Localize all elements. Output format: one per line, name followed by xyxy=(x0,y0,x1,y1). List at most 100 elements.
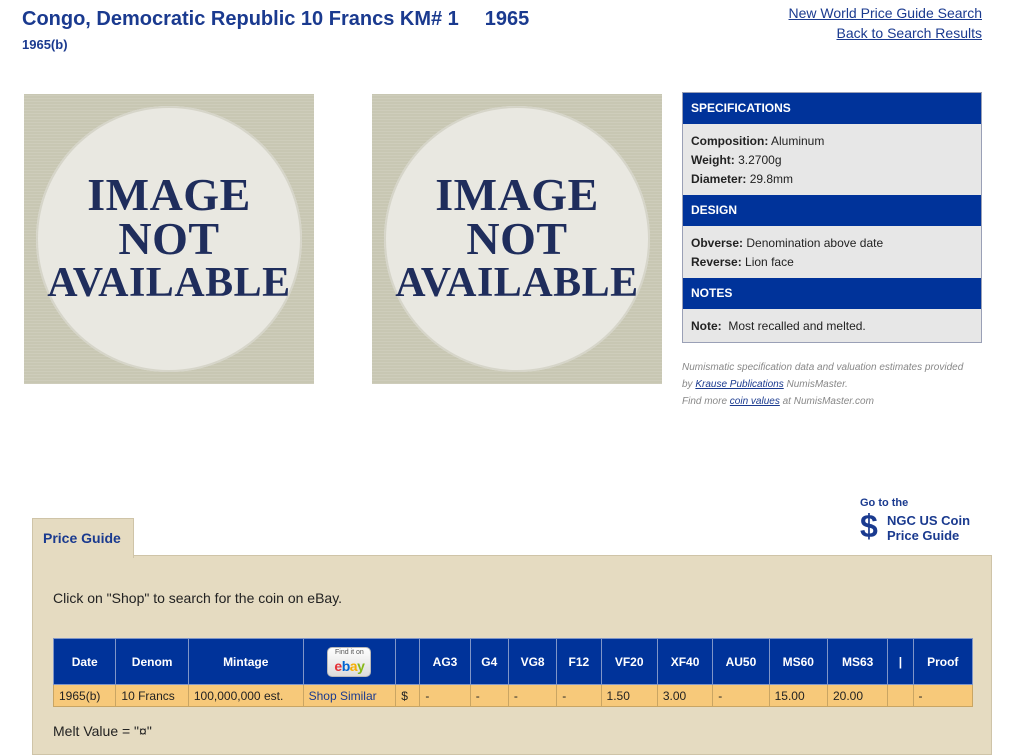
cell-f12: - xyxy=(556,684,602,707)
obverse-image-placeholder: IMAGE NOT AVAILABLE xyxy=(24,94,314,384)
coin-title: Congo, Democratic Republic 10 Francs KM#… xyxy=(22,8,459,30)
ebay-letter-y: y xyxy=(357,657,365,674)
image-na-line-3: AVAILABLE xyxy=(47,260,291,306)
diameter-value: 29.8mm xyxy=(749,172,794,186)
weight-value: 3.2700g xyxy=(738,153,782,167)
credits-numismaster: NumisMaster. xyxy=(786,379,848,390)
weight-row: Weight: 3.2700g xyxy=(691,151,973,170)
ebay-letter-a: a xyxy=(349,657,358,674)
coin-values-link[interactable]: coin values xyxy=(730,396,780,407)
cell-proof: - xyxy=(912,684,974,707)
diameter-row: Diameter: 29.8mm xyxy=(691,170,973,189)
dollar-icon: $ xyxy=(860,508,878,544)
credits-line-3: Find more coin values at NumisMaster.com xyxy=(682,393,992,410)
cell-vg8: - xyxy=(507,684,558,707)
reverse-row: Reverse: Lion face xyxy=(691,253,973,272)
col-ms60: MS60 xyxy=(768,638,828,685)
note-label: Note: xyxy=(691,319,722,333)
notes-heading: NOTES xyxy=(683,278,981,309)
new-search-link[interactable]: New World Price Guide Search xyxy=(789,3,982,23)
ebay-logo-icon[interactable]: Find it on ebay xyxy=(327,646,372,677)
krause-publications-link[interactable]: Krause Publications xyxy=(695,379,783,390)
top-links: New World Price Guide Search Back to Sea… xyxy=(789,3,982,43)
credits-find-more: Find more xyxy=(682,396,728,407)
reverse-label: Reverse: xyxy=(691,255,742,269)
image-na-line-1: IMAGE xyxy=(87,169,251,220)
ebay-letter-e: e xyxy=(334,657,342,674)
col-currency xyxy=(395,638,421,685)
cell-xf40: 3.00 xyxy=(656,684,714,707)
ebay-wordmark: ebay xyxy=(334,658,364,674)
diameter-label: Diameter: xyxy=(691,172,747,186)
col-ms63: MS63 xyxy=(826,638,889,685)
note-value: Most recalled and melted. xyxy=(728,319,866,333)
credits-line-1: Numismatic specification data and valuat… xyxy=(682,362,964,373)
data-credits: Numismatic specification data and valuat… xyxy=(682,359,992,410)
col-ag3: AG3 xyxy=(419,638,471,685)
ebay-find-text: Find it on xyxy=(335,648,364,656)
coin-year: 1965 xyxy=(484,8,530,30)
tab-price-guide[interactable]: Price Guide xyxy=(32,518,134,558)
col-vg8: VG8 xyxy=(507,638,558,685)
cell-date: 1965(b) xyxy=(52,684,117,707)
cell-vf20: 1.50 xyxy=(600,684,658,707)
specifications-heading: SPECIFICATIONS xyxy=(683,93,981,124)
cell-shop: Shop Similar xyxy=(302,684,397,707)
cell-mintage: 100,000,000 est. xyxy=(187,684,304,707)
notes-body: Note: Most recalled and melted. xyxy=(683,309,981,342)
design-heading: DESIGN xyxy=(683,195,981,226)
back-to-results-link[interactable]: Back to Search Results xyxy=(789,23,982,43)
image-na-line-3: AVAILABLE xyxy=(395,260,639,306)
col-mintage: Mintage xyxy=(187,638,304,685)
image-na-line-1: IMAGE xyxy=(435,169,599,220)
obverse-label: Obverse: xyxy=(691,236,744,250)
col-g4: G4 xyxy=(469,638,509,685)
note-row: Note: Most recalled and melted. xyxy=(691,317,973,336)
cell-ms63: 20.00 xyxy=(826,684,889,707)
coin-variety: 1965(b) xyxy=(22,37,68,52)
image-na-line-2: NOT xyxy=(466,213,568,264)
cell-g4: - xyxy=(469,684,509,707)
ngc-price-guide-link[interactable]: Go to the $ NGC US Coin Price Guide xyxy=(860,497,970,543)
reverse-value: Lion face xyxy=(745,255,794,269)
image-na-line-2: NOT xyxy=(118,213,220,264)
col-au50: AU50 xyxy=(712,638,770,685)
composition-label: Composition: xyxy=(691,134,769,148)
cell-ag3: - xyxy=(419,684,471,707)
specifications-body: Composition: Aluminum Weight: 3.2700g Di… xyxy=(683,124,981,195)
col-proof: Proof xyxy=(912,638,974,685)
melt-value: Melt Value = "¤" xyxy=(53,723,152,739)
ebay-letter-b: b xyxy=(341,657,351,674)
price-table: Date Denom Mintage Find it on ebay AG3 G… xyxy=(52,638,974,707)
design-body: Obverse: Denomination above date Reverse… xyxy=(683,226,981,278)
cell-currency: $ xyxy=(395,684,421,707)
ngc-line-2: Price Guide xyxy=(887,528,960,543)
col-f12: F12 xyxy=(556,638,602,685)
shop-similar-link[interactable]: Shop Similar xyxy=(309,689,377,703)
shop-instructions: Click on "Shop" to search for the coin o… xyxy=(53,590,343,606)
price-table-header: Date Denom Mintage Find it on ebay AG3 G… xyxy=(52,638,974,685)
col-xf40: XF40 xyxy=(656,638,714,685)
ngc-line-1: NGC US Coin xyxy=(887,513,971,528)
composition-row: Composition: Aluminum xyxy=(691,132,973,151)
col-separator: | xyxy=(887,638,914,685)
page-title: Congo, Democratic Republic 10 Francs KM#… xyxy=(22,8,529,31)
col-date: Date xyxy=(52,638,117,685)
credits-at: at NumisMaster.com xyxy=(782,396,874,407)
credits-by: by xyxy=(682,379,693,390)
obverse-value: Denomination above date xyxy=(746,236,884,250)
table-row: 1965(b) 10 Francs 100,000,000 est. Shop … xyxy=(52,684,974,707)
cell-ms60: 15.00 xyxy=(768,684,828,707)
reverse-image-placeholder: IMAGE NOT AVAILABLE xyxy=(372,94,662,384)
credits-line-2: by Krause Publications NumisMaster. xyxy=(682,376,992,393)
coin-disc: IMAGE NOT AVAILABLE xyxy=(384,106,650,372)
cell-au50: - xyxy=(712,684,770,707)
coin-disc: IMAGE NOT AVAILABLE xyxy=(36,106,302,372)
weight-label: Weight: xyxy=(691,153,735,167)
ngc-link-text: NGC US Coin Price Guide xyxy=(887,513,970,543)
specifications-box: SPECIFICATIONS Composition: Aluminum Wei… xyxy=(682,92,982,343)
cell-separator xyxy=(887,684,914,707)
composition-value: Aluminum xyxy=(771,134,825,148)
col-ebay: Find it on ebay xyxy=(302,638,397,685)
col-vf20: VF20 xyxy=(600,638,658,685)
